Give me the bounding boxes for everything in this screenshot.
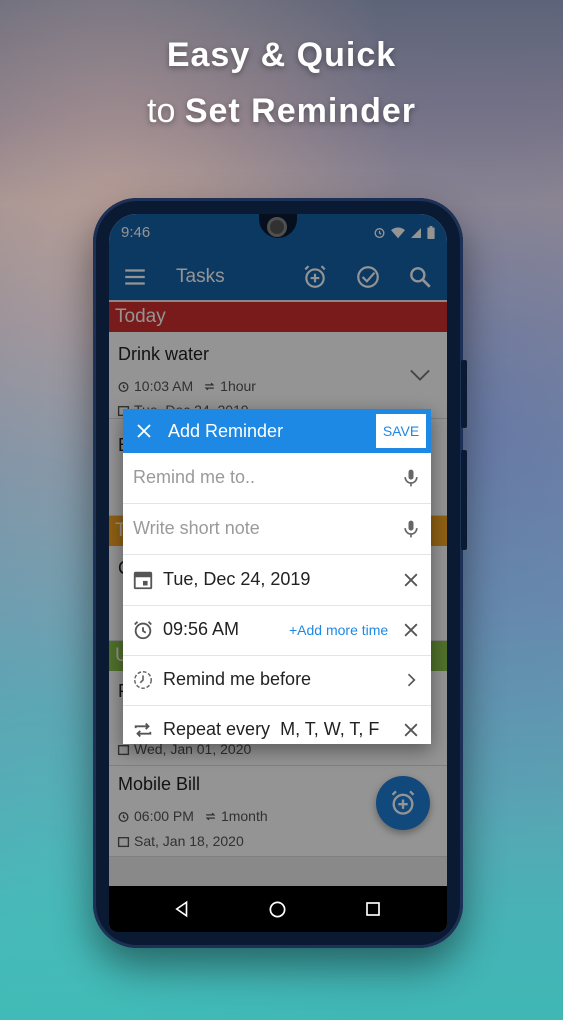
dialog-header: Add Reminder SAVE bbox=[123, 409, 431, 453]
phone-screen: 9:46 Tasks Today Drink water 10:03 AM 1h… bbox=[109, 214, 447, 932]
recents-icon[interactable] bbox=[365, 901, 381, 917]
system-nav-bar bbox=[109, 886, 447, 932]
volume-button bbox=[461, 450, 467, 550]
time-row[interactable]: 09:56 AM +Add more time bbox=[123, 605, 431, 656]
remind-input-row[interactable]: Remind me to.. bbox=[123, 453, 431, 504]
remind-before-row[interactable]: Remind me before bbox=[123, 655, 431, 706]
remind-input[interactable]: Remind me to.. bbox=[133, 467, 255, 488]
save-button[interactable]: SAVE bbox=[376, 414, 426, 448]
close-icon[interactable] bbox=[401, 570, 421, 590]
promo-subheadline: to Set Reminder bbox=[0, 92, 563, 131]
calendar-icon bbox=[133, 571, 153, 590]
add-more-time-link[interactable]: +Add more time bbox=[289, 622, 388, 638]
home-icon[interactable] bbox=[268, 900, 287, 919]
close-icon[interactable] bbox=[401, 720, 421, 740]
chevron-right-icon[interactable] bbox=[401, 670, 421, 690]
mic-icon[interactable] bbox=[401, 519, 421, 539]
date-value: Tue, Dec 24, 2019 bbox=[163, 569, 311, 589]
date-row[interactable]: Tue, Dec 24, 2019 bbox=[123, 555, 431, 606]
add-reminder-dialog: Add Reminder SAVE Remind me to.. Write s… bbox=[123, 409, 431, 744]
close-icon[interactable] bbox=[401, 620, 421, 640]
note-input[interactable]: Write short note bbox=[133, 518, 260, 539]
time-value: 09:56 AM bbox=[163, 619, 240, 639]
repeat-icon bbox=[134, 722, 152, 738]
remind-before-label: Remind me before bbox=[163, 669, 312, 689]
close-icon[interactable] bbox=[135, 422, 153, 440]
repeat-prefix: Repeat every bbox=[163, 719, 271, 739]
note-input-row[interactable]: Write short note bbox=[123, 504, 431, 555]
promo-bold: Set Reminder bbox=[184, 92, 416, 130]
power-button bbox=[461, 360, 467, 428]
repeat-label: Repeat every M, T, W, T, F bbox=[163, 719, 379, 740]
dialog-title: Add Reminder bbox=[168, 421, 284, 441]
alarm-icon bbox=[134, 621, 152, 640]
back-icon[interactable] bbox=[173, 900, 191, 918]
promo-headline: Easy & Quick bbox=[166, 36, 397, 74]
mic-icon[interactable] bbox=[401, 468, 421, 488]
repeat-days: M, T, W, T, F bbox=[280, 719, 380, 739]
repeat-row[interactable]: Repeat every M, T, W, T, F bbox=[123, 705, 431, 755]
remind-before-icon bbox=[134, 671, 152, 689]
promo-prefix: to bbox=[147, 92, 185, 130]
